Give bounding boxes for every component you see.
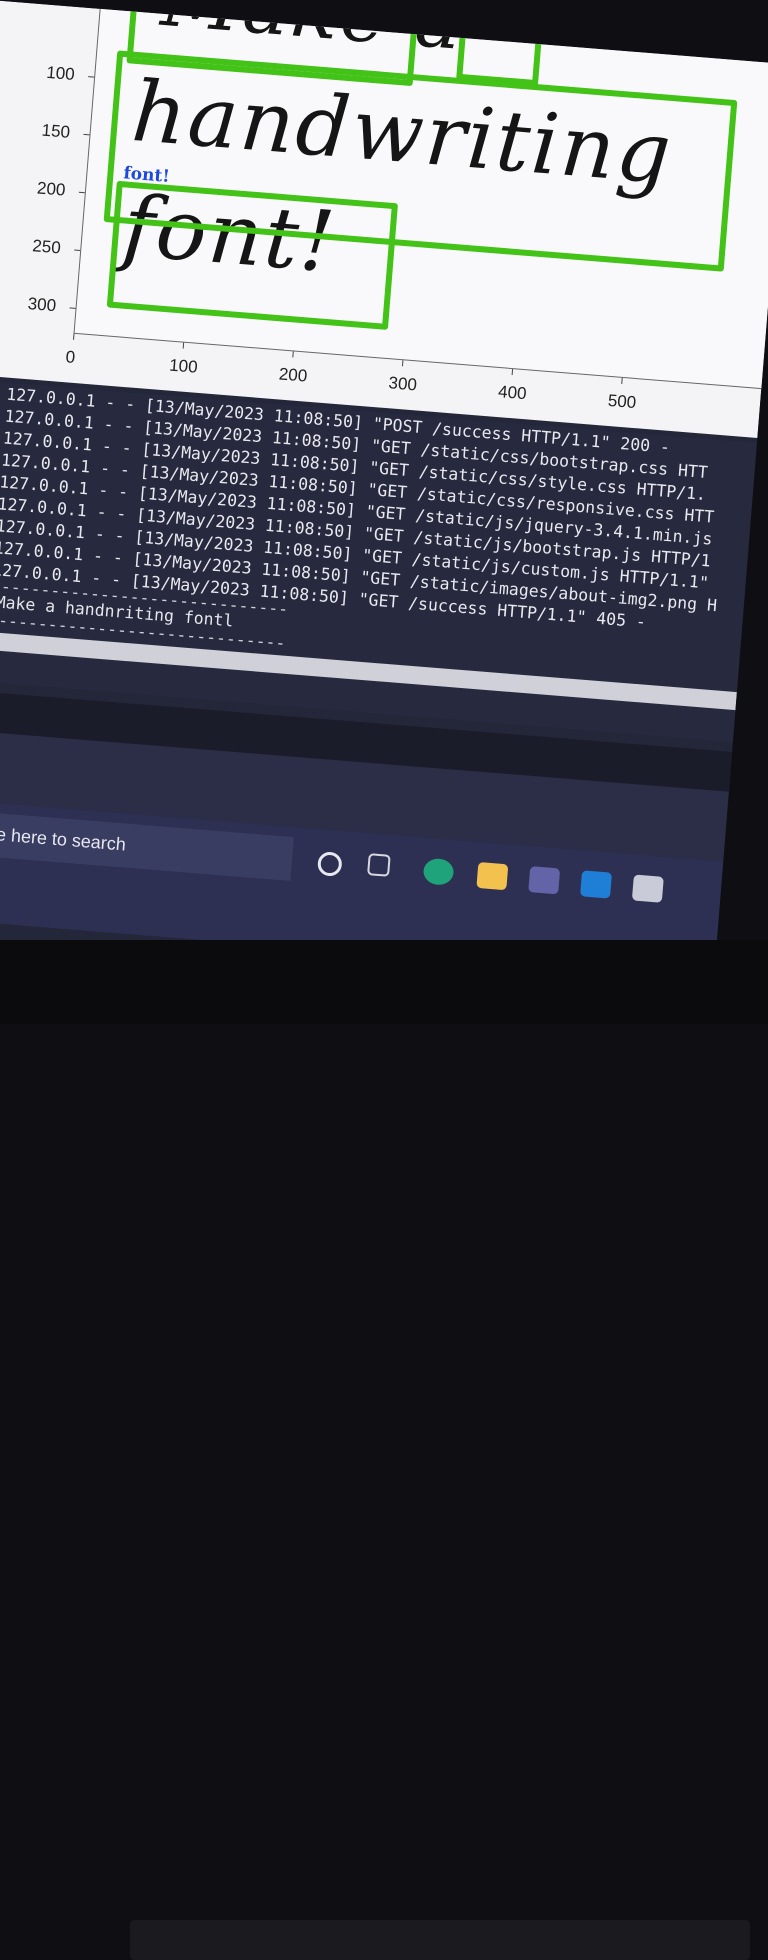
keyboard-edge: [130, 1920, 750, 1960]
laptop-bezel: [0, 940, 768, 1960]
x-tick-mark: [292, 351, 294, 358]
task-view-icon[interactable]: [367, 853, 391, 877]
x-tick-label: 0: [64, 347, 76, 367]
x-tick-label: 500: [607, 390, 637, 413]
x-tick-label: 100: [168, 355, 199, 377]
camera-icon[interactable]: [631, 874, 664, 903]
box-label-handwriting: handwriting: [137, 0, 254, 13]
y-tick-mark: [74, 249, 81, 252]
x-tick-mark: [73, 333, 75, 340]
edge-browser-icon[interactable]: [422, 857, 455, 886]
x-tick-mark: [182, 342, 185, 349]
y-tick-mark: [78, 191, 85, 194]
laptop-screen: Make a handwriting font! handwriting fon…: [0, 0, 768, 1022]
x-tick-label: 300: [387, 373, 418, 395]
y-tick-mark: [83, 133, 90, 136]
teams-icon[interactable]: [528, 866, 561, 895]
file-explorer-icon[interactable]: [476, 861, 509, 891]
y-tick-label: 150: [40, 120, 71, 142]
plot-image: Make a handwriting font! handwriting fon…: [73, 0, 768, 390]
detection-box-top-2: [456, 0, 545, 87]
x-tick-label: 400: [497, 382, 528, 404]
y-tick-mark: [69, 307, 76, 309]
y-tick-label: 250: [31, 236, 62, 258]
search-placeholder: Type here to search: [0, 821, 127, 855]
y-tick-label: 200: [36, 178, 67, 200]
box-label-font: font!: [122, 163, 171, 187]
y-tick-label: 300: [27, 294, 57, 316]
detection-box-font: [106, 180, 399, 330]
mail-icon[interactable]: [580, 870, 613, 899]
cortana-icon[interactable]: [316, 851, 343, 877]
plot-output: Make a handwriting font! handwriting fon…: [0, 0, 768, 438]
horizontal-scrollbar[interactable]: [0, 631, 737, 711]
y-tick-label: 100: [45, 62, 76, 84]
y-tick-mark: [88, 76, 95, 78]
server-log-output: 127.0.0.1 - - [13/May/2023 11:08:50] "PO…: [0, 381, 757, 742]
x-tick-label: 200: [278, 364, 308, 386]
x-tick-mark: [511, 369, 514, 376]
x-tick-mark: [401, 360, 404, 367]
x-tick-mark: [621, 377, 623, 384]
